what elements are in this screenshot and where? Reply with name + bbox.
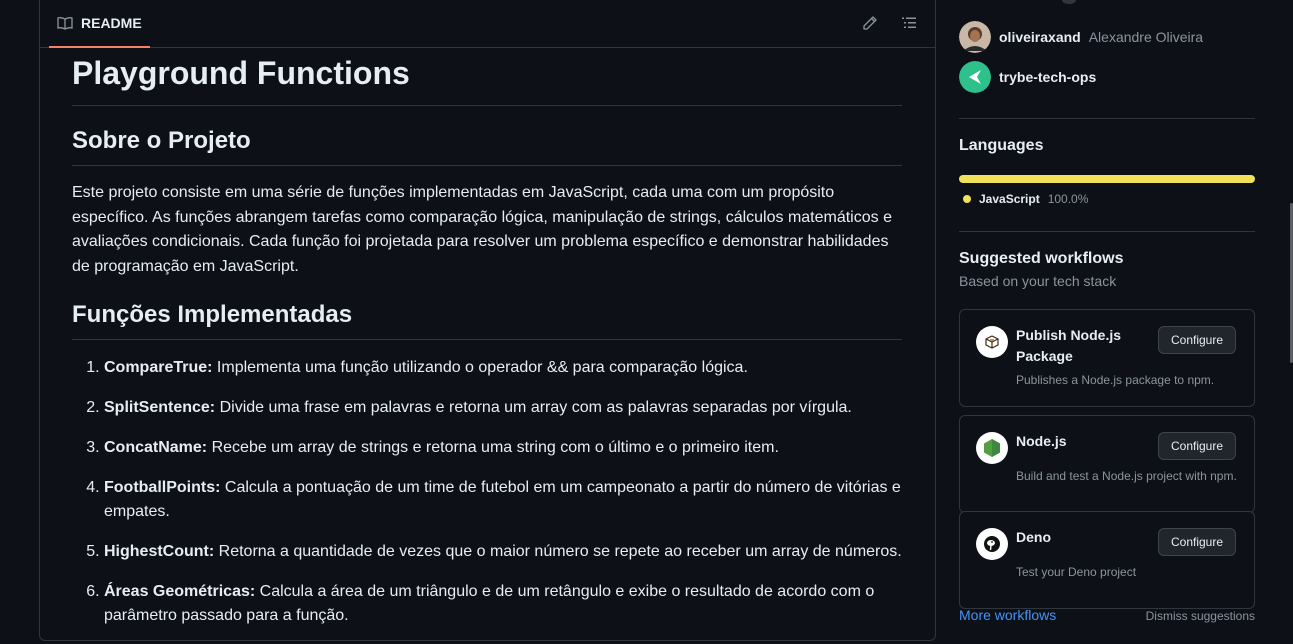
readme-header: README bbox=[40, 0, 935, 48]
deno-icon bbox=[976, 528, 1008, 560]
more-workflows-link[interactable]: More workflows bbox=[959, 607, 1056, 623]
function-name: SplitSentence: bbox=[104, 399, 216, 416]
nodejs-icon bbox=[976, 432, 1008, 464]
contributor-row[interactable]: trybe-tech-ops bbox=[959, 61, 1096, 93]
section-heading-about: Sobre o Projeto bbox=[72, 126, 902, 166]
list-item: ConcatName: Recebe um array de strings e… bbox=[104, 436, 934, 460]
workflow-card: Publish Node.js Package Publishes a Node… bbox=[959, 309, 1255, 407]
language-name: JavaScript bbox=[979, 192, 1040, 206]
workflow-card: Deno Test your Deno project Configure bbox=[959, 511, 1255, 609]
function-desc: Retorna a quantidade de vezes que o maio… bbox=[214, 543, 902, 560]
function-desc: Divide uma frase em palavras e retorna u… bbox=[215, 399, 852, 416]
function-name: Áreas Geométricas: bbox=[104, 583, 256, 600]
configure-button[interactable]: Configure bbox=[1158, 326, 1236, 354]
language-item[interactable]: JavaScript 100.0% bbox=[963, 192, 1088, 206]
function-name: CompareTrue: bbox=[104, 359, 213, 376]
list-item: SplitSentence: Divide uma frase em palav… bbox=[104, 396, 934, 420]
function-desc: Calcula a pontuação de um time de futebo… bbox=[104, 479, 901, 520]
functions-list: CompareTrue: Implementa uma função utili… bbox=[72, 356, 934, 644]
language-color-dot bbox=[963, 195, 971, 203]
workflow-desc: Publishes a Node.js package to npm. bbox=[1016, 373, 1215, 387]
package-icon bbox=[976, 326, 1008, 358]
list-item: Áreas Geométricas: Calcula a área de um … bbox=[104, 580, 934, 628]
contributor-login[interactable]: oliveiraxand bbox=[999, 29, 1081, 45]
avatar[interactable] bbox=[959, 21, 991, 53]
workflow-desc: Test your Deno project bbox=[1016, 565, 1137, 579]
workflow-title: Node.js bbox=[1016, 433, 1067, 449]
workflow-desc: Build and test a Node.js project with np… bbox=[1016, 469, 1237, 483]
workflow-title: Publish Node.js Package bbox=[1016, 327, 1122, 364]
divider bbox=[959, 231, 1255, 232]
list-item: CompareTrue: Implementa uma função utili… bbox=[104, 356, 934, 380]
list-item: FootballPoints: Calcula a pontuação de u… bbox=[104, 476, 934, 524]
pencil-icon[interactable] bbox=[862, 15, 878, 31]
contributor-login[interactable]: trybe-tech-ops bbox=[999, 69, 1096, 85]
divider bbox=[959, 118, 1255, 119]
avatar-edge bbox=[1062, 0, 1076, 4]
readme-panel: README Playground Functions Sobre o Proj… bbox=[39, 0, 936, 641]
function-name: HighestCount: bbox=[104, 543, 215, 560]
tab-readme[interactable]: README bbox=[49, 0, 150, 48]
workflow-card: Node.js Build and test a Node.js project… bbox=[959, 415, 1255, 513]
configure-button[interactable]: Configure bbox=[1158, 432, 1236, 460]
workflow-title: Deno bbox=[1016, 529, 1051, 545]
outline-list-icon[interactable] bbox=[901, 15, 917, 31]
configure-button[interactable]: Configure bbox=[1158, 528, 1236, 556]
function-desc: Implementa uma função utilizando o opera… bbox=[212, 359, 748, 376]
languages-heading: Languages bbox=[959, 137, 1044, 154]
contributor-row[interactable]: oliveiraxand Alexandre Oliveira bbox=[959, 21, 1203, 53]
book-icon bbox=[57, 17, 73, 30]
function-name: FootballPoints: bbox=[104, 479, 221, 496]
workflows-heading: Suggested workflows bbox=[959, 250, 1124, 267]
language-bar bbox=[959, 175, 1255, 183]
tab-readme-label: README bbox=[81, 15, 142, 31]
list-item: HighestCount: Retorna a quantidade de ve… bbox=[104, 540, 934, 564]
function-desc: Recebe um array de strings e retorna uma… bbox=[207, 439, 779, 456]
about-paragraph: Este projeto consiste em uma série de fu… bbox=[72, 184, 892, 275]
workflows-subtitle: Based on your tech stack bbox=[959, 273, 1117, 289]
trybe-avatar-icon[interactable] bbox=[959, 61, 991, 93]
dismiss-suggestions-link[interactable]: Dismiss suggestions bbox=[1146, 609, 1255, 623]
readme-title: Playground Functions bbox=[72, 55, 902, 106]
language-percent: 100.0% bbox=[1047, 192, 1089, 206]
section-heading-functions: Funções Implementadas bbox=[72, 300, 902, 340]
function-name: ConcatName: bbox=[104, 439, 208, 456]
contributor-name: Alexandre Oliveira bbox=[1088, 29, 1204, 45]
